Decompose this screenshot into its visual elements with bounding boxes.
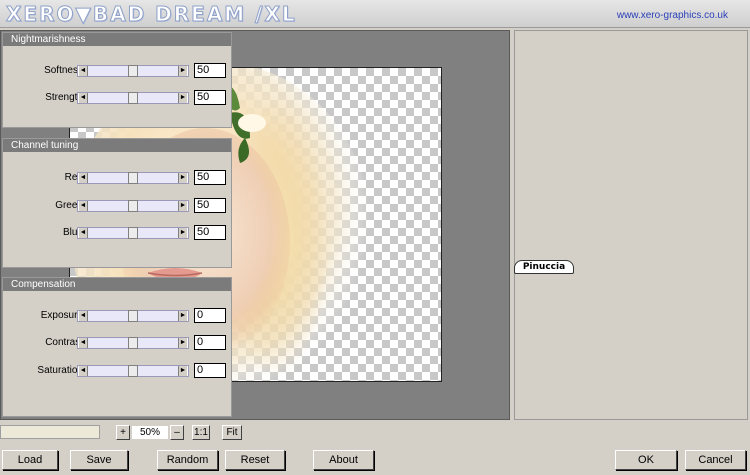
about-button[interactable]: About: [313, 450, 374, 470]
red-slider[interactable]: ◄ ►: [77, 172, 189, 184]
progress-bar: [0, 425, 100, 439]
channel-tuning-group: Channel tuning Red ◄ ► 50 Green ◄ ► 50 B…: [2, 138, 232, 268]
contrast-slider[interactable]: ◄ ►: [77, 337, 189, 349]
random-button[interactable]: Random: [157, 450, 218, 470]
zoom-bar: + 50% – 1:1 Fit: [0, 425, 510, 441]
pinuccia-badge: Pinuccia: [514, 260, 574, 274]
green-value-field[interactable]: 50: [194, 198, 226, 213]
strength-thumb[interactable]: [128, 92, 138, 104]
save-button[interactable]: Save: [70, 450, 128, 470]
reset-button[interactable]: Reset: [225, 450, 285, 470]
cancel-button[interactable]: Cancel: [685, 450, 746, 470]
strength-increase-arrow[interactable]: ►: [178, 93, 188, 103]
nightmarishness-group: Nightmarishness Softness ◄ ► 50 Strength…: [2, 32, 232, 128]
strength-row: Strength ◄ ► 50: [3, 90, 233, 106]
saturation-row: Saturation ◄ ► 0: [3, 363, 233, 379]
exposure-slider[interactable]: ◄ ►: [77, 310, 189, 322]
zoom-in-button[interactable]: +: [116, 425, 130, 440]
softness-slider[interactable]: ◄ ►: [77, 65, 189, 77]
saturation-value-field[interactable]: 0: [194, 363, 226, 378]
strength-decrease-arrow[interactable]: ◄: [78, 93, 88, 103]
softness-value-field[interactable]: 50: [194, 63, 226, 78]
contrast-row: Contrast ◄ ► 0: [3, 335, 233, 351]
green-decrease-arrow[interactable]: ◄: [78, 201, 88, 211]
saturation-increase-arrow[interactable]: ►: [178, 366, 188, 376]
zoom-fit-button[interactable]: Fit: [222, 425, 242, 440]
zoom-out-button[interactable]: –: [170, 425, 184, 440]
contrast-decrease-arrow[interactable]: ◄: [78, 338, 88, 348]
red-decrease-arrow[interactable]: ◄: [78, 173, 88, 183]
zoom-one-to-one-button[interactable]: 1:1: [192, 425, 210, 440]
settings-panel: [514, 30, 748, 420]
softness-thumb[interactable]: [128, 65, 138, 77]
compensation-group: Compensation Exposure ◄ ► 0 Contrast ◄ ►…: [2, 277, 232, 417]
blue-thumb[interactable]: [128, 227, 138, 239]
compensation-header: Compensation: [3, 278, 231, 291]
contrast-thumb[interactable]: [128, 337, 138, 349]
saturation-thumb[interactable]: [128, 365, 138, 377]
title-bar: XERO▼BAD DREAM /XL www.xero-graphics.co.…: [0, 0, 750, 28]
strength-slider[interactable]: ◄ ►: [77, 92, 189, 104]
channel-tuning-header: Channel tuning: [3, 139, 231, 152]
saturation-decrease-arrow[interactable]: ◄: [78, 366, 88, 376]
exposure-decrease-arrow[interactable]: ◄: [78, 311, 88, 321]
load-button[interactable]: Load: [2, 450, 58, 470]
blue-decrease-arrow[interactable]: ◄: [78, 228, 88, 238]
zoom-level: 50%: [132, 426, 168, 439]
green-increase-arrow[interactable]: ►: [178, 201, 188, 211]
ok-button[interactable]: OK: [615, 450, 677, 470]
green-thumb[interactable]: [128, 200, 138, 212]
app-logo: XERO▼BAD DREAM /XL: [6, 2, 297, 27]
red-value-field[interactable]: 50: [194, 170, 226, 185]
exposure-row: Exposure ◄ ► 0: [3, 308, 233, 324]
contrast-increase-arrow[interactable]: ►: [178, 338, 188, 348]
blue-value-field[interactable]: 50: [194, 225, 226, 240]
softness-increase-arrow[interactable]: ►: [178, 66, 188, 76]
blue-row: Blue ◄ ► 50: [3, 225, 233, 241]
exposure-increase-arrow[interactable]: ►: [178, 311, 188, 321]
exposure-value-field[interactable]: 0: [194, 308, 226, 323]
strength-value-field[interactable]: 50: [194, 90, 226, 105]
contrast-value-field[interactable]: 0: [194, 335, 226, 350]
website-link[interactable]: www.xero-graphics.co.uk: [617, 10, 728, 21]
blue-increase-arrow[interactable]: ►: [178, 228, 188, 238]
blue-slider[interactable]: ◄ ►: [77, 227, 189, 239]
red-increase-arrow[interactable]: ►: [178, 173, 188, 183]
green-row: Green ◄ ► 50: [3, 198, 233, 214]
softness-row: Softness ◄ ► 50: [3, 63, 233, 79]
red-row: Red ◄ ► 50: [3, 170, 233, 186]
softness-decrease-arrow[interactable]: ◄: [78, 66, 88, 76]
nightmarishness-header: Nightmarishness: [3, 33, 231, 46]
red-thumb[interactable]: [128, 172, 138, 184]
green-slider[interactable]: ◄ ►: [77, 200, 189, 212]
exposure-thumb[interactable]: [128, 310, 138, 322]
saturation-slider[interactable]: ◄ ►: [77, 365, 189, 377]
